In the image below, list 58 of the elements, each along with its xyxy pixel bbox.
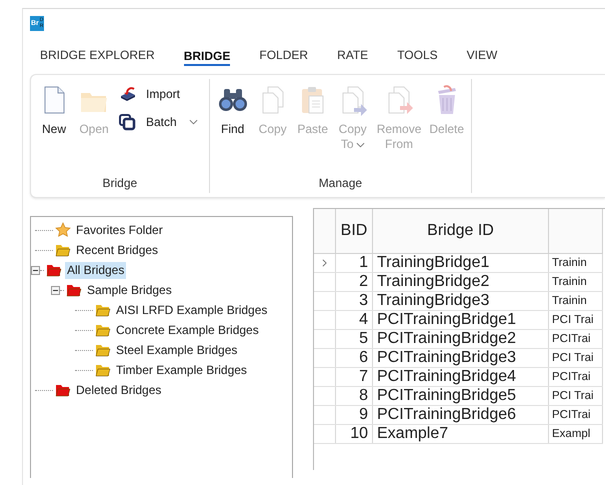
expander-icon[interactable] — [31, 266, 40, 274]
ribbon-button[interactable]: Find — [212, 84, 253, 162]
expander-icon[interactable] — [51, 286, 60, 294]
table-cell: TrainingBridge3 — [372, 291, 548, 310]
tree-item[interactable]: Steel Example Bridges — [114, 342, 240, 358]
table-cell: 7 — [336, 367, 372, 386]
table-cell: PCITrai — [548, 367, 602, 386]
table-cell: 6 — [336, 348, 372, 367]
ribbon-tab[interactable]: VIEW — [466, 44, 498, 66]
tree-item[interactable]: Sample Bridges — [85, 282, 174, 298]
table-cell: 5 — [336, 329, 372, 348]
ribbon-tab[interactable]: TOOLS — [397, 44, 438, 66]
table-cell: 4 — [336, 310, 372, 329]
table-cell: PCI Trai — [548, 348, 602, 367]
tree-item[interactable]: AISI LRFD Example Bridges — [114, 302, 270, 318]
tree-item[interactable]: All Bridges — [65, 262, 126, 278]
ribbon-tab[interactable]: BRIDGE EXPLORER — [40, 44, 155, 66]
table-cell: Example7 — [372, 424, 548, 443]
tree-item[interactable]: Concrete Example Bridges — [114, 322, 261, 338]
table-cell: TrainingBridge2 — [372, 272, 548, 291]
table-cell: PCITrai — [548, 329, 602, 348]
tree-item[interactable]: Timber Example Bridges — [114, 362, 249, 378]
group-label: Manage — [318, 175, 364, 192]
group-label: Bridge — [102, 175, 138, 192]
table-cell: Trainin — [548, 291, 602, 310]
ribbon-button[interactable]: New — [34, 84, 74, 162]
table-cell: PCITrainingBridge5 — [372, 386, 548, 405]
table-cell: PCI Trai — [548, 310, 602, 329]
stacked-squares-icon — [118, 113, 136, 131]
table-cell: 9 — [336, 405, 372, 424]
table-cell: PCITrainingBridge1 — [372, 310, 548, 329]
table-cell: 8 — [336, 386, 372, 405]
ribbon-button[interactable]: Import — [118, 84, 198, 104]
table-cell: PCITrai — [548, 405, 602, 424]
tree-item[interactable]: Favorites Folder — [74, 222, 165, 238]
ribbon-button[interactable]: Batch — [118, 112, 198, 132]
table-cell: 10 — [336, 424, 372, 443]
table-cell: 2 — [336, 272, 372, 291]
ribbon-tab[interactable]: RATE — [337, 44, 368, 66]
star-icon — [55, 222, 71, 238]
tree-item[interactable]: Deleted Bridges — [74, 382, 164, 398]
ribbon-tab[interactable]: BRIDGE — [184, 44, 230, 66]
column-header[interactable]: Bridge ID — [372, 209, 548, 253]
table-cell: Exampl — [548, 424, 602, 443]
table-cell: PCITrainingBridge4 — [372, 367, 548, 386]
ribbon-tab[interactable]: FOLDER — [259, 44, 308, 66]
table-cell: Trainin — [548, 272, 602, 291]
table-cell: Trainin — [548, 253, 602, 272]
table-cell: PCI Trai — [548, 386, 602, 405]
tray-icon — [118, 85, 136, 103]
table-cell: 3 — [336, 291, 372, 310]
tree-item[interactable]: Recent Bridges — [74, 242, 160, 258]
table-cell: 1 — [336, 253, 372, 272]
table-cell: PCITrainingBridge6 — [372, 405, 548, 424]
table-cell: PCITrainingBridge3 — [372, 348, 548, 367]
column-header[interactable]: BID — [336, 209, 372, 253]
table-cell: TrainingBridge1 — [372, 253, 548, 272]
table-cell: PCITrainingBridge2 — [372, 329, 548, 348]
